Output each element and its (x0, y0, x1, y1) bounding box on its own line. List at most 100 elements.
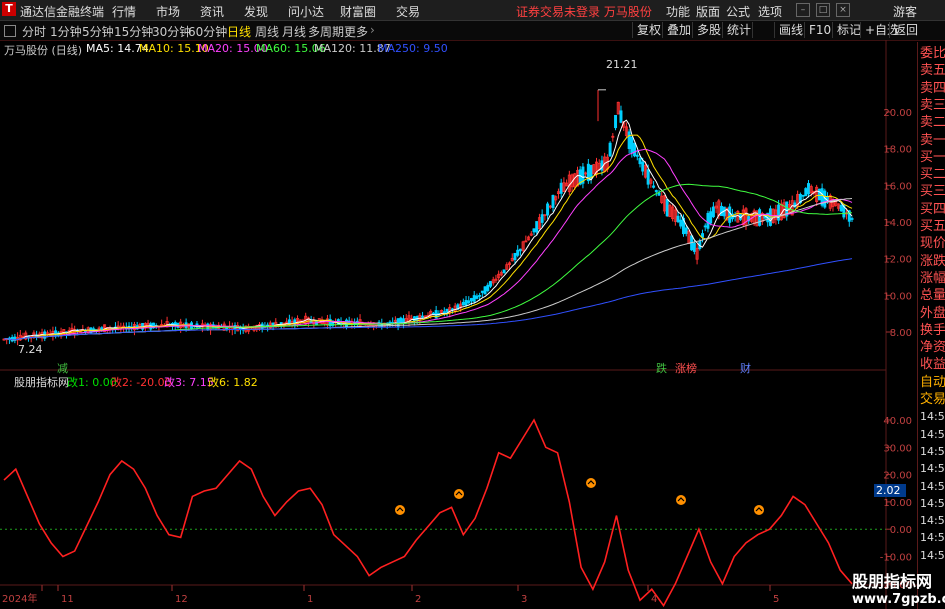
adjust-button[interactable]: 复权 (632, 22, 665, 38)
candle (431, 312, 435, 315)
f10-button[interactable]: F10 (804, 22, 835, 38)
watermark-line-1: 股朋指标网 (852, 572, 933, 591)
back-button[interactable]: 返回 (889, 22, 922, 38)
menu-ask[interactable]: 问小达 (288, 3, 324, 20)
candle (679, 219, 683, 227)
price-tick: 8.00 (890, 328, 912, 339)
ma-line (3, 134, 853, 341)
menu-function[interactable]: 功能 (666, 3, 690, 20)
side-panel-item-26: 14:56 (920, 496, 945, 510)
candle (646, 169, 650, 185)
marker-finance[interactable]: 财 (740, 360, 751, 376)
buy-signal-marker (754, 505, 764, 515)
tab-intraday[interactable]: 分时 (22, 23, 46, 40)
menu-layout[interactable]: 版面 (696, 3, 720, 20)
candle (480, 290, 484, 293)
candle (469, 298, 473, 302)
candle (489, 281, 492, 287)
indicator-series-2: 改2: -20.00 (111, 376, 172, 389)
marker-fall[interactable]: 跌 (656, 360, 667, 376)
marker-rise-list[interactable]: 涨榜 (675, 360, 697, 376)
minimize-icon[interactable]: – (796, 3, 810, 17)
maximize-icon[interactable]: □ (816, 3, 830, 17)
tab-more[interactable]: 更多 (344, 23, 368, 40)
candle (614, 114, 618, 129)
moving-averages (3, 119, 853, 341)
side-panel-item-13: 涨幅 (920, 270, 945, 286)
side-panel-item-19[interactable]: 自动 (920, 375, 945, 391)
overlay-button[interactable]: 叠加 (662, 22, 695, 38)
candle (399, 317, 403, 323)
watermark: 股朋指标网 www.7gpzb.com (852, 568, 945, 607)
app-title: 通达信金融终端 (20, 5, 105, 19)
ma-line (3, 148, 853, 341)
indicator-tick: 0.00 (890, 525, 912, 536)
price-tick: 12.00 (883, 255, 912, 266)
tab-more-chevron-icon[interactable]: › (370, 23, 375, 37)
candle (546, 203, 550, 216)
menu-news[interactable]: 资讯 (200, 3, 224, 20)
menu-trade[interactable]: 交易 (396, 3, 420, 20)
tab-monthly[interactable]: 月线 (282, 23, 306, 40)
side-panel-item-22: 14:56 (920, 427, 945, 441)
menu-options[interactable]: 选项 (758, 3, 782, 20)
tab-5min[interactable]: 5分钟 (82, 23, 114, 40)
guest-label[interactable]: 游客 (893, 3, 917, 20)
side-panel-item-15: 外盘 (920, 305, 945, 321)
side-panel-item-17: 净资 (920, 340, 945, 356)
candle (638, 158, 642, 165)
price-tick: 18.00 (883, 145, 912, 156)
side-panel-item-10: 买五 (920, 219, 945, 234)
side-panel-item-9: 买四 (920, 201, 945, 217)
candle (502, 269, 506, 274)
price-chart[interactable]: 20.0018.0016.0014.0012.0010.008.00 40.00… (0, 40, 917, 609)
candle (630, 136, 634, 154)
tab-1min[interactable]: 1分钟 (50, 23, 82, 40)
close-icon[interactable]: × (836, 3, 850, 17)
draw-line-button[interactable]: 画线 (774, 22, 807, 38)
indicator-tick: 20.00 (883, 471, 912, 482)
stats-button[interactable]: 统计 (722, 22, 755, 38)
side-panel-item-28: 14:56 (920, 531, 945, 545)
indicator-series-4: 改6: 1.82 (208, 376, 258, 389)
candle (608, 142, 612, 157)
side-panel-item-20[interactable]: 交易 (920, 392, 945, 408)
side-panel-item-24: 14:56 (920, 462, 945, 476)
candle (518, 248, 522, 252)
tab-60min[interactable]: 60分钟 (188, 23, 227, 40)
period-toolbar: 分时 1分钟 5分钟 15分钟 30分钟 60分钟 日线 周线 月线 多周期 更… (0, 21, 945, 41)
tab-15min[interactable]: 15分钟 (114, 23, 153, 40)
side-panel-item-14: 总量 (920, 288, 945, 304)
indicator-tick: -10.00 (880, 553, 912, 564)
tab-multi-period[interactable]: 多周期 (308, 23, 344, 40)
tab-weekly[interactable]: 周线 (255, 23, 279, 40)
candle (817, 188, 821, 201)
candle (709, 211, 713, 224)
menu-market[interactable]: 市场 (156, 3, 180, 20)
indicator-red-line (3, 418, 853, 608)
side-panel-item-25: 14:56 (920, 479, 945, 493)
tab-30min[interactable]: 30分钟 (152, 23, 191, 40)
multi-stock-button[interactable]: 多股 (692, 22, 725, 38)
candle (703, 225, 707, 228)
candle (676, 215, 680, 223)
date-tick: 11 (61, 594, 74, 605)
candle (589, 164, 593, 179)
candle (777, 204, 781, 221)
buy-signal-marker (454, 489, 464, 499)
menu-market-quotes[interactable]: 行情 (112, 3, 136, 20)
menu-formula[interactable]: 公式 (726, 3, 750, 20)
date-tick: 3 (521, 594, 527, 605)
layout-icon[interactable] (4, 25, 16, 37)
menu-wealth[interactable]: 财富圈 (340, 3, 376, 20)
tab-daily[interactable]: 日线 (227, 23, 251, 40)
date-tick: 5 (773, 594, 779, 605)
candle (559, 182, 563, 194)
candle (657, 192, 661, 196)
menu-discover[interactable]: 发现 (244, 3, 268, 20)
candle (513, 252, 517, 261)
candle (711, 206, 715, 218)
indicator-series-3: 改3: 7.15 (164, 376, 214, 389)
side-panel-item-29: 14:56 (920, 548, 945, 562)
price-tick: 14.00 (883, 218, 912, 229)
